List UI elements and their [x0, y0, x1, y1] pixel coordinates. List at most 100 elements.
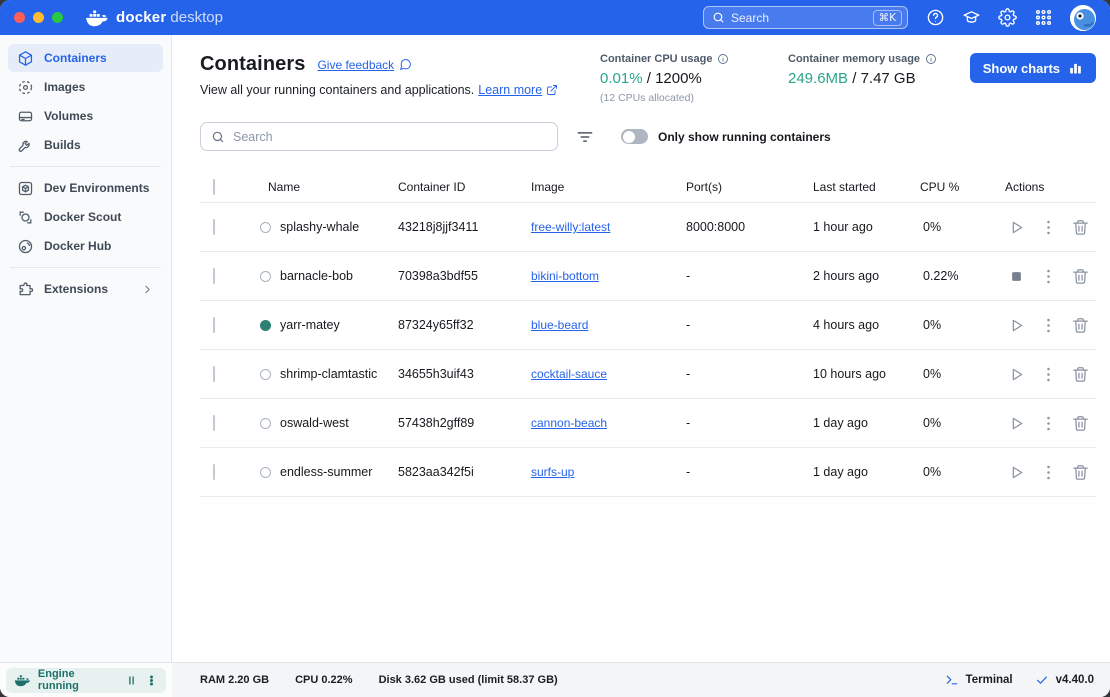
cpu-usage: CPU 0.22% [295, 674, 352, 686]
global-search[interactable]: ⌘K [703, 6, 908, 29]
more-actions-button[interactable] [1039, 267, 1058, 286]
help-icon[interactable] [926, 8, 945, 27]
image-link[interactable]: surfs-up [531, 465, 574, 479]
container-ports: - [686, 318, 813, 332]
column-header-ports: Port(s) [686, 180, 813, 194]
start-button[interactable] [1007, 365, 1026, 384]
container-cpu: 0% [920, 416, 1005, 430]
container-cpu: 0.22% [920, 269, 1005, 283]
sidebar-item-dev-environments[interactable]: Dev Environments [8, 174, 163, 202]
more-actions-button[interactable] [1039, 463, 1058, 482]
sidebar-item-label: Builds [44, 138, 81, 152]
container-ports: 8000:8000 [686, 220, 813, 234]
start-button[interactable] [1007, 316, 1026, 335]
global-search-input[interactable] [725, 11, 873, 25]
row-checkbox[interactable] [213, 366, 215, 382]
filter-icon[interactable] [575, 127, 595, 147]
pause-engine-button[interactable] [125, 674, 138, 687]
give-feedback-label: Give feedback [317, 58, 394, 72]
engine-more-button[interactable] [145, 674, 158, 687]
more-actions-button[interactable] [1039, 365, 1058, 384]
container-name: endless-summer [280, 465, 372, 479]
sidebar-item-builds[interactable]: Builds [8, 131, 163, 159]
info-icon[interactable] [717, 53, 729, 65]
image-link[interactable]: cocktail-sauce [531, 367, 607, 381]
container-last-started: 10 hours ago [813, 367, 920, 381]
container-search-input[interactable] [225, 130, 547, 144]
column-header-last-started: Last started [813, 180, 920, 194]
row-checkbox[interactable] [213, 268, 215, 284]
table-row: shrimp-clamtastic 34655h3uif43 cocktail-… [200, 350, 1096, 399]
sidebar-item-docker-hub[interactable]: Docker Hub [8, 232, 163, 260]
sidebar-item-containers[interactable]: Containers [8, 44, 163, 72]
builds-wrench-icon [17, 137, 34, 154]
container-id: 43218j8jjf3411 [398, 220, 531, 234]
engine-status[interactable]: Engine running [6, 668, 166, 693]
sidebar-item-label: Docker Hub [44, 239, 111, 253]
user-avatar[interactable] [1070, 5, 1096, 31]
container-name: oswald-west [280, 416, 349, 430]
settings-gear-icon[interactable] [998, 8, 1017, 27]
maximize-button[interactable] [52, 12, 63, 23]
image-link[interactable]: blue-beard [531, 318, 588, 332]
close-button[interactable] [14, 12, 25, 23]
learn-more-link[interactable]: Learn more [478, 83, 558, 97]
cpu-allocated-note: (12 CPUs allocated) [600, 92, 748, 104]
container-last-started: 4 hours ago [813, 318, 920, 332]
status-dot-stopped [260, 467, 271, 478]
status-dot-stopped [260, 271, 271, 282]
minimize-button[interactable] [33, 12, 44, 23]
start-button[interactable] [1007, 414, 1026, 433]
sidebar-item-label: Dev Environments [44, 181, 149, 195]
learning-center-icon[interactable] [962, 8, 981, 27]
engine-status-label: Engine running [38, 668, 118, 692]
delete-button[interactable] [1071, 414, 1090, 433]
stop-button[interactable] [1007, 267, 1026, 286]
version-label: v4.40.0 [1056, 674, 1094, 686]
delete-button[interactable] [1071, 316, 1090, 335]
page-title: Containers [200, 53, 305, 76]
start-button[interactable] [1007, 218, 1026, 237]
container-id: 70398a3bdf55 [398, 269, 531, 283]
image-link[interactable]: free-willy:latest [531, 220, 610, 234]
image-link[interactable]: bikini-bottom [531, 269, 599, 283]
memory-total-value: 7.47 GB [861, 70, 916, 87]
running-only-toggle[interactable] [621, 129, 648, 144]
info-icon[interactable] [925, 53, 937, 65]
more-actions-button[interactable] [1039, 218, 1058, 237]
container-cpu: 0% [920, 220, 1005, 234]
table-row: yarr-matey 87324y65ff32 blue-beard - 4 h… [200, 301, 1096, 350]
sidebar-item-extensions[interactable]: Extensions [8, 275, 163, 303]
row-checkbox[interactable] [213, 415, 215, 431]
terminal-button[interactable]: Terminal [945, 673, 1013, 687]
sidebar-item-docker-scout[interactable]: Docker Scout [8, 203, 163, 231]
cpu-used-value: 0.01% [600, 70, 643, 87]
extensions-puzzle-icon [17, 281, 34, 298]
version-status[interactable]: v4.40.0 [1035, 673, 1094, 687]
select-all-checkbox[interactable] [213, 179, 215, 195]
delete-button[interactable] [1071, 267, 1090, 286]
image-link[interactable]: cannon-beach [531, 416, 607, 430]
more-actions-button[interactable] [1039, 316, 1058, 335]
sidebar-item-label: Images [44, 80, 85, 94]
show-charts-button[interactable]: Show charts [970, 53, 1096, 83]
sidebar-item-volumes[interactable]: Volumes [8, 102, 163, 130]
sidebar-item-label: Volumes [44, 109, 93, 123]
container-ports: - [686, 367, 813, 381]
containers-table: Name Container ID Image Port(s) Last sta… [200, 171, 1096, 497]
row-checkbox[interactable] [213, 464, 215, 480]
apps-grid-icon[interactable] [1034, 8, 1053, 27]
delete-button[interactable] [1071, 463, 1090, 482]
container-id: 34655h3uif43 [398, 367, 531, 381]
delete-button[interactable] [1071, 365, 1090, 384]
delete-button[interactable] [1071, 218, 1090, 237]
sidebar-item-images[interactable]: Images [8, 73, 163, 101]
disk-usage: Disk 3.62 GB used (limit 58.37 GB) [379, 674, 558, 686]
start-button[interactable] [1007, 463, 1026, 482]
container-id: 87324y65ff32 [398, 318, 531, 332]
row-checkbox[interactable] [213, 317, 215, 333]
row-checkbox[interactable] [213, 219, 215, 235]
container-search[interactable] [200, 122, 558, 151]
more-actions-button[interactable] [1039, 414, 1058, 433]
give-feedback-link[interactable]: Give feedback [317, 58, 412, 72]
